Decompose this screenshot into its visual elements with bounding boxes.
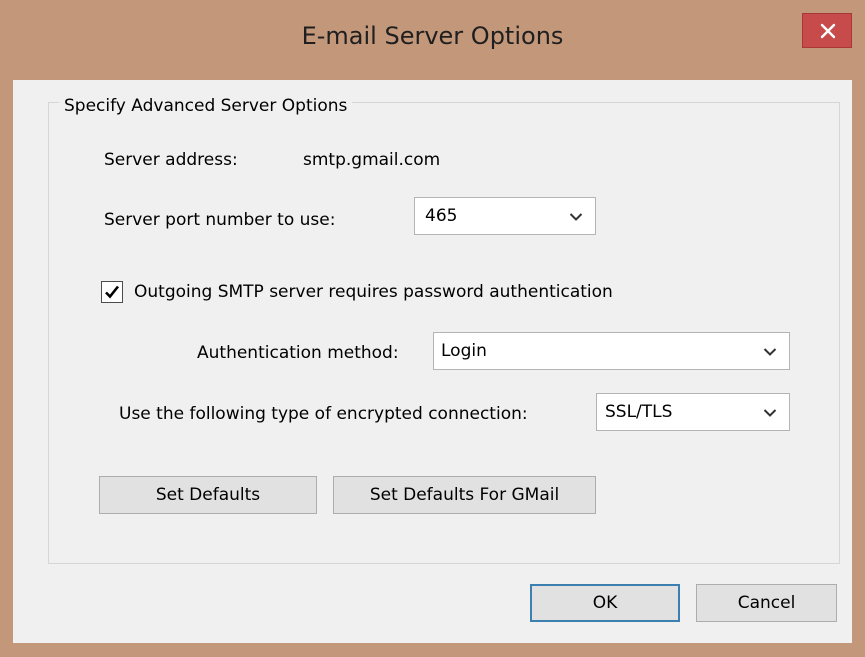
auth-method-combobox[interactable]: Login [433,332,790,370]
encryption-combobox[interactable]: SSL/TLS [596,393,790,431]
server-port-combobox[interactable]: 465 [414,197,596,235]
chevron-down-icon [763,348,777,356]
ok-button[interactable]: OK [530,584,680,622]
auth-method-label: Authentication method: [197,343,399,363]
server-port-label: Server port number to use: [104,210,336,230]
checkmark-icon [105,285,120,299]
server-port-value: 465 [425,206,458,226]
group-legend: Specify Advanced Server Options [59,96,353,116]
encryption-label: Use the following type of encrypted conn… [119,404,528,424]
set-defaults-gmail-button[interactable]: Set Defaults For GMail [333,476,596,514]
server-address-label: Server address: [104,150,238,170]
title-bar[interactable]: E-mail Server Options [0,0,865,80]
chevron-down-icon [569,213,583,221]
close-icon [820,23,836,39]
chevron-down-icon [763,409,777,417]
cancel-button[interactable]: Cancel [696,584,837,622]
password-auth-label[interactable]: Outgoing SMTP server requires password a… [134,282,613,302]
auth-method-value: Login [441,341,487,361]
password-auth-checkbox[interactable] [101,281,123,303]
dialog-window: E-mail Server Options Specify Advanced S… [0,0,865,657]
close-button[interactable] [802,13,852,48]
encryption-value: SSL/TLS [605,402,673,422]
server-address-value: smtp.gmail.com [303,150,441,170]
dialog-title: E-mail Server Options [301,22,564,50]
set-defaults-button[interactable]: Set Defaults [99,476,317,514]
